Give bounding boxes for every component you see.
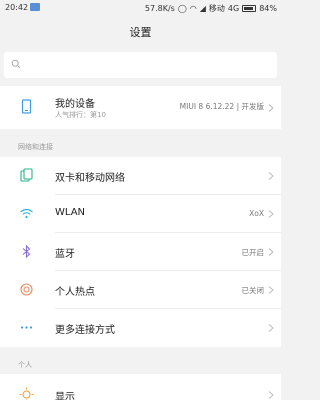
- status-bar: 20:42 57.8K/s ◯ ◠ ◢ 移动 4G 84%: [0, 0, 281, 15]
- my-device-row[interactable]: 我的设备 人气排行：第10 MIUI 8 6.12.22 | 开发版: [0, 86, 281, 129]
- section-personal-header: 个人: [18, 361, 32, 369]
- wifi-icon: [20, 208, 33, 219]
- my-device-rank: 人气排行：第10: [55, 111, 106, 119]
- status-net-speed: 57.8K/s: [144, 4, 175, 13]
- page-title: 设置: [129, 26, 152, 39]
- status-right: 57.8K/s ◯ ◠ ◢ 移动 4G 84%: [145, 3, 277, 14]
- row-hotspot-value: 已关闭: [241, 286, 265, 295]
- row-hotspot-label: 个人热点: [55, 287, 95, 298]
- search-input[interactable]: [4, 52, 277, 78]
- row-bluetooth-label: 蓝牙: [55, 249, 75, 260]
- network-settings-list: 双卡和移动网络 WLAN XoX 蓝牙 已开启 个人热点 已关闭 更多连接方式: [0, 157, 281, 347]
- row-wlan[interactable]: WLAN XoX: [0, 195, 281, 233]
- row-more-connections-label: 更多连接方式: [55, 325, 115, 336]
- status-time: 20:42: [5, 3, 29, 12]
- display-sun-icon: [19, 387, 34, 400]
- battery-icon: [242, 5, 257, 12]
- chevron-right-icon: [268, 286, 274, 294]
- row-dual-sim[interactable]: 双卡和移动网络: [0, 157, 281, 195]
- row-more-connections[interactable]: 更多连接方式: [0, 309, 281, 347]
- row-hotspot[interactable]: 个人热点 已关闭: [0, 271, 281, 309]
- signal-icon: ◢: [199, 4, 206, 13]
- row-bluetooth[interactable]: 蓝牙 已开启: [0, 233, 281, 271]
- chevron-right-icon: [268, 324, 274, 332]
- status-carrier: 移动: [208, 4, 225, 13]
- phone-icon: [21, 99, 32, 114]
- miui-version: MIUI 8 6.12.22 | 开发版: [179, 102, 264, 111]
- search-icon: [11, 59, 21, 69]
- row-bluetooth-value: 已开启: [241, 248, 265, 257]
- bluetooth-icon: [22, 244, 31, 259]
- wifi-status-icon: ◠: [189, 4, 197, 13]
- chevron-right-icon: [268, 172, 274, 180]
- row-display-label: 显示: [55, 392, 75, 400]
- chevron-right-icon: [268, 104, 274, 112]
- row-wlan-label: WLAN: [55, 207, 86, 218]
- my-device-title: 我的设备: [55, 99, 95, 110]
- row-display[interactable]: 显示: [0, 374, 281, 400]
- notification-icon: [30, 3, 40, 11]
- personal-settings-list: 显示: [0, 374, 281, 400]
- sim-card-icon: [20, 168, 33, 182]
- row-dual-sim-label: 双卡和移动网络: [55, 173, 125, 184]
- status-battery: 84%: [259, 4, 277, 13]
- row-wlan-value: XoX: [249, 209, 264, 218]
- section-network-header: 网络和连接: [18, 143, 53, 151]
- more-dots-icon: [20, 326, 33, 329]
- status-network-type: 4G: [227, 4, 240, 13]
- alarm-icon: ◯: [177, 4, 187, 13]
- chevron-right-icon: [268, 391, 274, 399]
- hotspot-icon: [20, 283, 33, 296]
- chevron-right-icon: [268, 210, 274, 218]
- chevron-right-icon: [268, 248, 274, 256]
